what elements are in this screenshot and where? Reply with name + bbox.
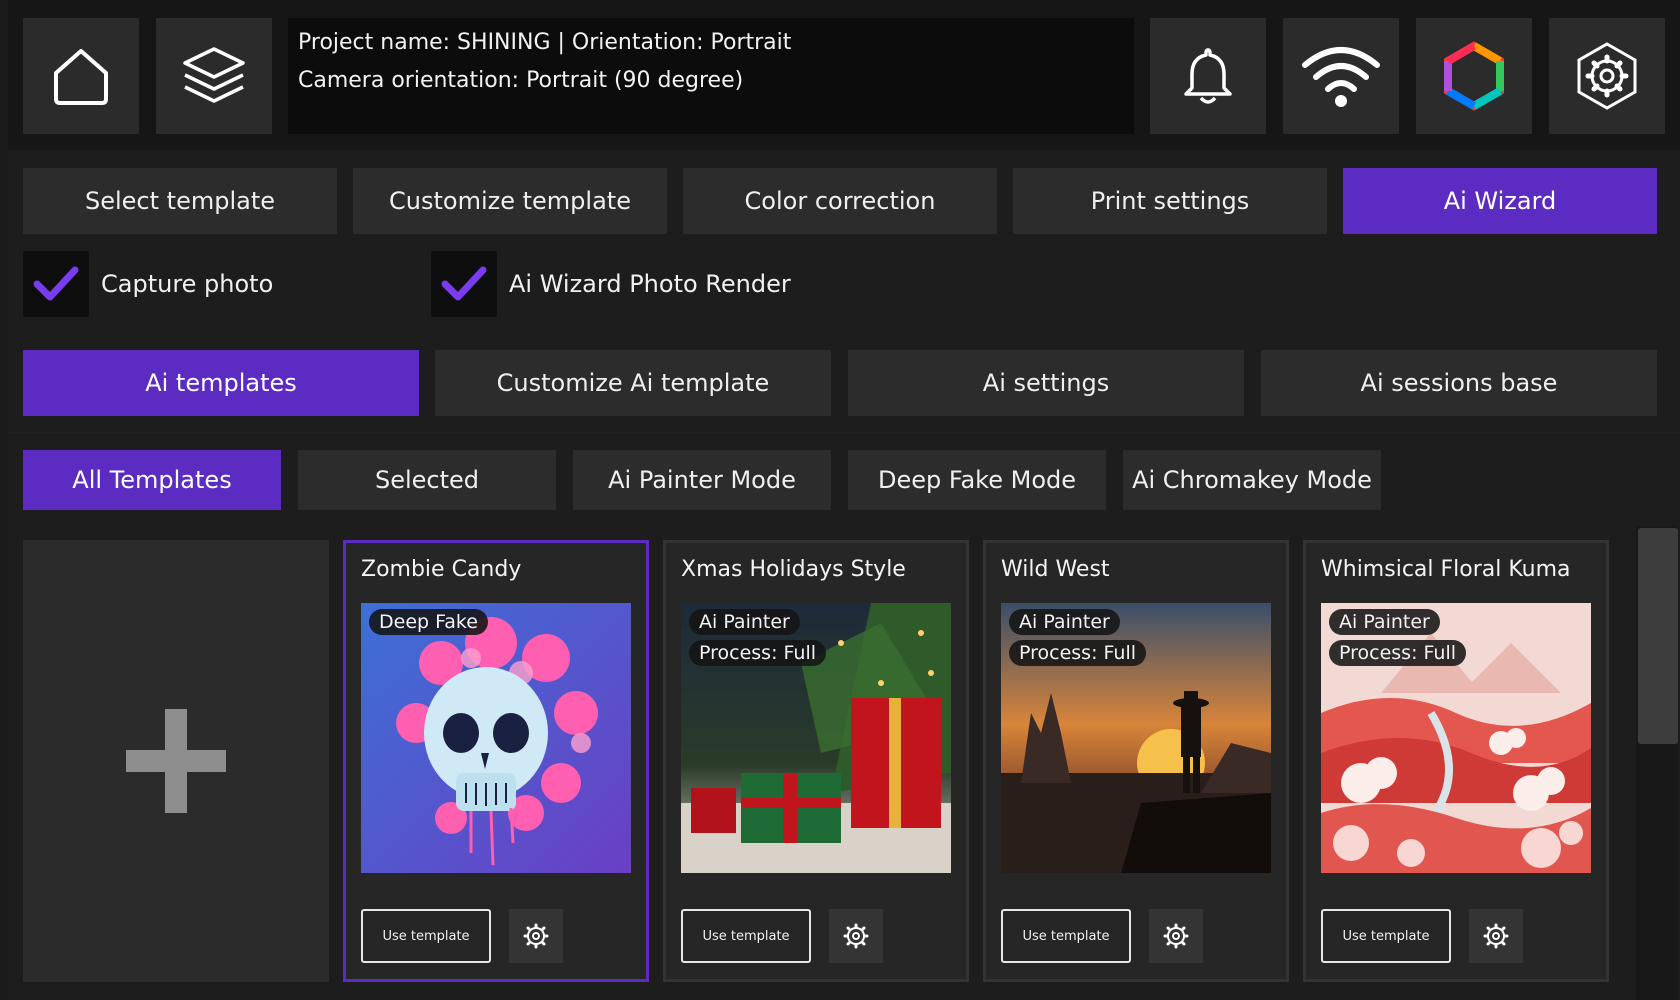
mode-badge: Ai Painter xyxy=(689,609,800,635)
tab-ai-templates[interactable]: Ai templates xyxy=(23,350,419,416)
ai-wizard-render-label: Ai Wizard Photo Render xyxy=(509,270,791,298)
settings-button[interactable] xyxy=(1549,18,1665,134)
template-title: Whimsical Floral Kuma xyxy=(1321,557,1571,582)
template-thumbnail: Ai Painter Process: Full xyxy=(1321,603,1591,873)
gear-icon xyxy=(1483,923,1509,949)
bell-icon xyxy=(1184,48,1232,104)
ai-wizard-render-option[interactable]: Ai Wizard Photo Render xyxy=(431,250,791,318)
mode-badge: Ai Painter xyxy=(1329,609,1440,635)
mode-badge: Ai Painter xyxy=(1009,609,1120,635)
use-template-button[interactable]: Use template xyxy=(361,909,491,963)
settings-gear-icon xyxy=(1577,42,1637,110)
template-settings-button[interactable] xyxy=(1149,909,1203,963)
tab-print-settings[interactable]: Print settings xyxy=(1013,168,1327,234)
tab-ai-sessions-base[interactable]: Ai sessions base xyxy=(1261,350,1657,416)
template-thumbnail: Deep Fake xyxy=(361,603,631,873)
process-badge: Process: Full xyxy=(689,640,827,666)
template-title: Zombie Candy xyxy=(361,557,522,582)
use-template-button[interactable]: Use template xyxy=(681,909,811,963)
template-card-whimsical-floral-kuma[interactable]: Whimsical Floral Kuma Ai Painter Process… xyxy=(1303,540,1609,982)
filter-all-templates[interactable]: All Templates xyxy=(23,450,281,510)
template-thumbnail: Ai Painter Process: Full xyxy=(681,603,951,873)
filter-deep-fake-mode[interactable]: Deep Fake Mode xyxy=(848,450,1106,510)
mode-badge: Deep Fake xyxy=(369,609,488,635)
template-thumbnail: Ai Painter Process: Full xyxy=(1001,603,1271,873)
template-settings-button[interactable] xyxy=(1469,909,1523,963)
tab-customize-template[interactable]: Customize template xyxy=(353,168,667,234)
template-filter-tabs: All Templates Selected Ai Painter Mode D… xyxy=(23,450,1423,510)
use-template-button[interactable]: Use template xyxy=(1321,909,1451,963)
wifi-button[interactable] xyxy=(1283,18,1399,134)
template-card-xmas-holidays[interactable]: Xmas Holidays Style Ai Painter Process: … xyxy=(663,540,969,982)
capture-photo-checkbox[interactable] xyxy=(23,251,89,317)
tab-color-correction[interactable]: Color correction xyxy=(683,168,997,234)
plus-icon xyxy=(126,709,226,813)
checkmark-icon xyxy=(441,266,487,301)
template-settings-button[interactable] xyxy=(509,909,563,963)
main-tabs: Select template Customize template Color… xyxy=(23,168,1665,234)
gear-icon xyxy=(843,923,869,949)
options-row: Capture photo Ai Wizard Photo Render xyxy=(23,250,1023,318)
scrollbar-thumb[interactable] xyxy=(1638,528,1678,744)
template-grid: Zombie Candy Deep Fake Use template Xmas… xyxy=(23,540,1633,1000)
gear-icon xyxy=(1163,923,1189,949)
capture-photo-option[interactable]: Capture photo xyxy=(23,250,273,318)
template-title: Xmas Holidays Style xyxy=(681,557,906,582)
tab-ai-wizard[interactable]: Ai Wizard xyxy=(1343,168,1657,234)
tab-customize-ai-template[interactable]: Customize Ai template xyxy=(435,350,831,416)
gear-icon xyxy=(523,923,549,949)
home-button[interactable] xyxy=(23,18,139,134)
top-bar: Project name: SHINING | Orientation: Por… xyxy=(8,0,1680,150)
color-settings-button[interactable] xyxy=(1416,18,1532,134)
filter-selected[interactable]: Selected xyxy=(298,450,556,510)
home-icon xyxy=(54,49,108,105)
layers-button[interactable] xyxy=(156,18,272,134)
ai-sub-tabs: Ai templates Customize Ai template Ai se… xyxy=(23,350,1665,416)
template-settings-button[interactable] xyxy=(829,909,883,963)
project-info-panel: Project name: SHINING | Orientation: Por… xyxy=(288,18,1134,134)
filter-ai-chromakey-mode[interactable]: Ai Chromakey Mode xyxy=(1123,450,1381,510)
filter-ai-painter-mode[interactable]: Ai Painter Mode xyxy=(573,450,831,510)
template-card-wild-west[interactable]: Wild West Ai Painter Process: Full Use t… xyxy=(983,540,1289,982)
template-title: Wild West xyxy=(1001,557,1110,582)
notifications-button[interactable] xyxy=(1150,18,1266,134)
wifi-icon xyxy=(1302,47,1380,107)
tab-ai-settings[interactable]: Ai settings xyxy=(848,350,1244,416)
layers-icon xyxy=(183,47,245,103)
divider xyxy=(8,432,1680,434)
capture-photo-label: Capture photo xyxy=(101,270,274,298)
color-hexagon-icon xyxy=(1444,41,1504,111)
add-template-card[interactable] xyxy=(23,540,329,982)
use-template-button[interactable]: Use template xyxy=(1001,909,1131,963)
template-card-zombie-candy[interactable]: Zombie Candy Deep Fake Use template xyxy=(343,540,649,982)
app-window: Project name: SHINING | Orientation: Por… xyxy=(8,0,1680,1000)
tab-select-template[interactable]: Select template xyxy=(23,168,337,234)
project-name-line: Project name: SHINING | Orientation: Por… xyxy=(298,30,792,55)
skull-flowers-image xyxy=(361,603,631,873)
process-badge: Process: Full xyxy=(1009,640,1147,666)
process-badge: Process: Full xyxy=(1329,640,1467,666)
ai-wizard-render-checkbox[interactable] xyxy=(431,251,497,317)
camera-orientation-line: Camera orientation: Portrait (90 degree) xyxy=(298,68,744,93)
checkmark-icon xyxy=(33,266,79,301)
